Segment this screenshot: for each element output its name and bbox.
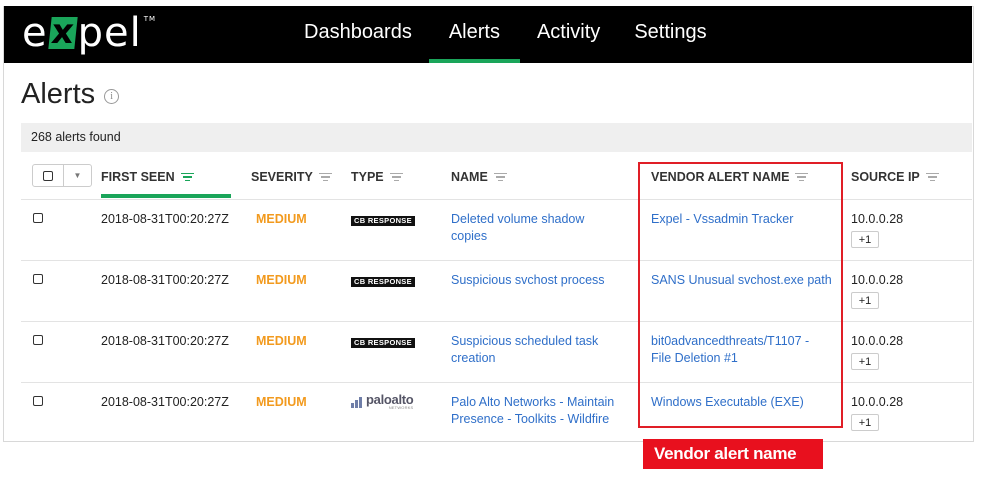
column-header-name[interactable]: NAME [451,170,507,184]
column-header-severity[interactable]: SEVERITY [251,170,332,184]
filter-icon[interactable] [318,171,332,184]
select-all-checkbox[interactable] [43,170,53,181]
alert-name-link[interactable]: Suspicious svchost process [451,272,631,289]
severity-badge: MEDIUM [256,273,307,287]
more-ips-button[interactable]: +1 [851,231,879,248]
severity-badge: MEDIUM [256,212,307,226]
first-seen-cell: 2018-08-31T00:20:27Z [101,395,229,409]
alert-name-link[interactable]: Suspicious scheduled task creation [451,333,621,367]
nav-activity[interactable]: Activity [520,6,617,63]
select-all-control[interactable]: ▼ [32,164,92,187]
main-nav: Dashboards Alerts Activity Settings [287,6,724,63]
row-checkbox[interactable] [33,335,43,345]
filter-icon[interactable] [493,171,507,184]
type-cb-response-logo: CB RESPONSE [351,211,415,228]
row-checkbox[interactable] [33,396,43,406]
source-ip-cell: 10.0.0.28 [851,334,904,348]
paloalto-icon [351,396,364,408]
filter-icon[interactable] [925,171,939,184]
type-paloalto-logo: paloalto NETWORKS [351,393,414,410]
alert-name-link[interactable]: Palo Alto Networks - Maintain Presence -… [451,394,631,428]
alerts-count-bar: 268 alerts found [21,123,972,152]
source-ip-cell: 10.0.0.28 [851,273,904,287]
page-title: Alerts i [21,78,120,111]
first-seen-cell: 2018-08-31T00:20:27Z [101,212,229,226]
type-cb-response-logo: CB RESPONSE [351,272,415,289]
active-sort-underline [101,194,231,198]
column-header-type[interactable]: TYPE [351,170,403,184]
more-ips-button[interactable]: +1 [851,292,879,309]
top-navigation-bar: e x pel TM Dashboards Alerts Activity Setti… [4,6,972,63]
severity-badge: MEDIUM [256,395,307,409]
row-checkbox[interactable] [33,274,43,284]
severity-badge: MEDIUM [256,334,307,348]
row-checkbox[interactable] [33,213,43,223]
chevron-down-icon[interactable]: ▼ [64,165,91,186]
column-header-source-ip[interactable]: SOURCE IP [851,170,939,184]
column-header-first-seen[interactable]: FIRST SEEN [101,170,194,184]
source-ip-cell: 10.0.0.28 [851,395,904,409]
first-seen-cell: 2018-08-31T00:20:27Z [101,334,229,348]
more-ips-button[interactable]: +1 [851,414,879,431]
type-cb-response-logo: CB RESPONSE [351,333,415,350]
more-ips-button[interactable]: +1 [851,353,879,370]
vendor-alert-name-highlight-box [638,162,843,428]
source-ip-cell: 10.0.0.28 [851,212,904,226]
sort-filter-icon[interactable] [180,171,194,184]
alert-name-link[interactable]: Deleted volume shadow copies [451,211,621,245]
nav-dashboards[interactable]: Dashboards [287,6,429,63]
info-icon[interactable]: i [104,89,120,104]
expel-logo[interactable]: e x pel TM [22,9,156,57]
nav-settings[interactable]: Settings [617,6,723,63]
first-seen-cell: 2018-08-31T00:20:27Z [101,273,229,287]
nav-alerts[interactable]: Alerts [428,6,520,63]
vendor-alert-name-callout: Vendor alert name [643,439,823,469]
filter-icon[interactable] [389,171,403,184]
